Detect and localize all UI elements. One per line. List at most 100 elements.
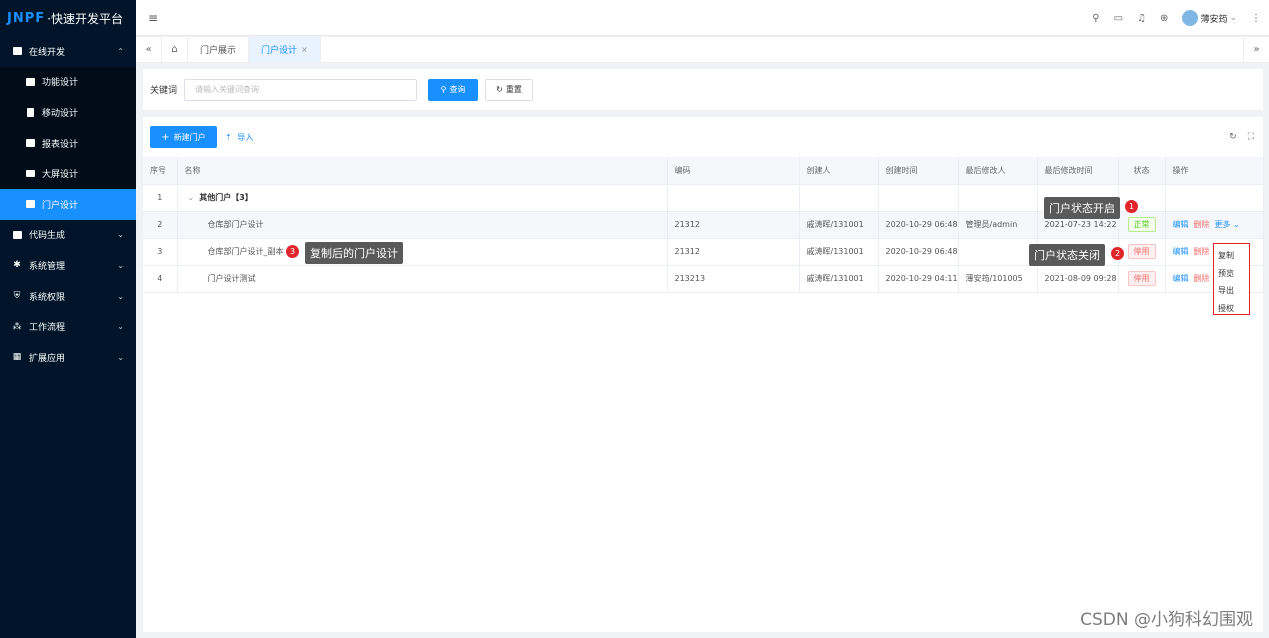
delete-link[interactable]: 删除 bbox=[1194, 274, 1210, 283]
search-icon: ⚲ bbox=[440, 85, 447, 94]
sidebar-item-extensions[interactable]: ▦ 扩展应用 ⌄ bbox=[0, 342, 136, 373]
dropdown-item-preview[interactable]: 预览 bbox=[1214, 265, 1249, 283]
fullscreen-icon[interactable]: ⛶ bbox=[1248, 132, 1254, 142]
watermark: CSDN @小狗科幻围观 bbox=[1080, 610, 1253, 630]
tabs-scroll-left-icon[interactable]: « bbox=[136, 36, 162, 63]
tab-portal-design[interactable]: 门户设计 × bbox=[249, 36, 321, 63]
globe-icon[interactable]: ⊕ bbox=[1160, 13, 1168, 24]
home-icon[interactable]: ⌂ bbox=[162, 36, 188, 63]
grid-icon: ▦ bbox=[12, 352, 22, 363]
row-index: 1 bbox=[143, 184, 178, 212]
new-portal-button[interactable]: + 新建门户 bbox=[150, 126, 217, 148]
sidebar-item-code-gen[interactable]: 代码生成 ⌄ bbox=[0, 220, 136, 251]
dropdown-item-export[interactable]: 导出 bbox=[1214, 282, 1249, 300]
dev-icon bbox=[12, 46, 22, 56]
chevron-down-icon: ⌄ bbox=[1229, 13, 1237, 23]
code-icon bbox=[12, 230, 22, 240]
annotation-badge: 2 bbox=[1111, 247, 1124, 260]
sidebar-item-screen-design[interactable]: 大屏设计 bbox=[0, 158, 136, 189]
tab-label: 门户展示 bbox=[200, 46, 237, 56]
chevron-down-icon[interactable]: ⌄ bbox=[188, 193, 195, 202]
row-created: 2020-10-29 06:48 bbox=[878, 238, 959, 266]
table-row[interactable]: 4 门户设计测试 213213 戚涛晖/131001 2020-10-29 04… bbox=[143, 265, 1264, 293]
dropdown-item-copy[interactable]: 复制 bbox=[1214, 247, 1249, 265]
reset-button[interactable]: ↻ 重置 bbox=[485, 78, 534, 101]
annotation-badge: 3 bbox=[286, 245, 299, 258]
sidebar-item-portal-design[interactable]: 门户设计 bbox=[0, 188, 136, 220]
tab-portal-display[interactable]: 门户展示 bbox=[188, 36, 250, 63]
keyword-label: 关键词 bbox=[150, 86, 178, 96]
top-bar: ≡ ⚲ ▭ ♫ ⊕ 薄安筠 ⌄ ⋮ bbox=[136, 0, 1269, 36]
status-badge: 停用 bbox=[1127, 244, 1156, 259]
col-modifier-header: 最后修改人 bbox=[958, 157, 1038, 185]
status-badge: 停用 bbox=[1127, 271, 1156, 286]
app-logo: JNPF ·快速开发平台 bbox=[0, 0, 136, 36]
edit-link[interactable]: 编辑 bbox=[1173, 247, 1189, 256]
bell-icon[interactable]: ♫ bbox=[1137, 13, 1146, 24]
menu-toggle-icon[interactable]: ≡ bbox=[148, 11, 158, 25]
close-icon[interactable]: × bbox=[301, 45, 308, 54]
more-vertical-icon[interactable]: ⋮ bbox=[1251, 13, 1261, 24]
user-menu[interactable]: 薄安筠 ⌄ bbox=[1182, 10, 1237, 26]
group-name: 其他门户【3】 bbox=[199, 193, 253, 202]
col-actions-header: 操作 bbox=[1165, 157, 1264, 185]
form-icon bbox=[25, 77, 35, 87]
screen-icon bbox=[25, 169, 35, 179]
delete-link[interactable]: 删除 bbox=[1194, 247, 1210, 256]
table-toolbar: + 新建门户 ⇡ 导入 ↻ ⛶ bbox=[143, 117, 1263, 157]
portal-table: 序号 名称 编码 创建人 创建时间 最后修改人 最后修改时间 状态 操作 1 ⌄… bbox=[143, 157, 1264, 293]
sidebar-item-mobile-design[interactable]: 移动设计 bbox=[0, 97, 136, 128]
dropdown-item-authorize[interactable]: 授权 bbox=[1214, 300, 1249, 318]
edit-link[interactable]: 编辑 bbox=[1173, 274, 1189, 283]
user-name: 薄安筠 bbox=[1200, 14, 1228, 25]
row-code: 21312 bbox=[667, 238, 800, 266]
logo-brand: JNPF bbox=[7, 10, 46, 26]
reset-button-label: 重置 bbox=[505, 85, 522, 94]
row-creator: 戚涛晖/131001 bbox=[799, 265, 879, 293]
sidebar-item-system-manage[interactable]: ✱ 系统管理 ⌄ bbox=[0, 250, 136, 281]
keyword-input[interactable] bbox=[184, 78, 418, 101]
delete-link[interactable]: 删除 bbox=[1194, 220, 1210, 229]
more-label: 更多 bbox=[1214, 220, 1231, 229]
row-creator: 戚涛晖/131001 bbox=[799, 211, 879, 239]
logo-subtitle: ·快速开发平台 bbox=[47, 11, 123, 26]
chevron-up-icon: ⌃ bbox=[117, 46, 124, 56]
row-name: 仓库部门户设计_副本 bbox=[177, 238, 668, 266]
avatar bbox=[1182, 10, 1199, 26]
import-label: 导入 bbox=[237, 132, 254, 142]
sidebar-item-label: 代码生成 bbox=[29, 231, 66, 242]
refresh-icon[interactable]: ↻ bbox=[1229, 132, 1237, 142]
import-button[interactable]: ⇡ 导入 bbox=[225, 132, 253, 143]
tabs-bar: « ⌂ 门户展示 门户设计 × » bbox=[136, 36, 1269, 63]
row-modifier: 薄安筠/101005 bbox=[958, 265, 1038, 293]
row-modifier bbox=[958, 238, 1038, 266]
sidebar-item-form-design[interactable]: 功能设计 bbox=[0, 66, 136, 98]
tabs-scroll-right-icon[interactable]: » bbox=[1243, 36, 1269, 63]
table-header-row: 序号 名称 编码 创建人 创建时间 最后修改人 最后修改时间 状态 操作 bbox=[143, 157, 1264, 185]
message-icon[interactable]: ▭ bbox=[1114, 13, 1123, 24]
annotation-note: 复制后的门户设计 bbox=[305, 242, 403, 264]
more-link[interactable]: 更多 ⌄ bbox=[1215, 220, 1240, 229]
annotation-badge: 1 bbox=[1125, 200, 1138, 213]
sidebar-item-label: 大屏设计 bbox=[42, 170, 79, 181]
col-status-header: 状态 bbox=[1118, 157, 1166, 185]
sidebar-item-label: 在线开发 bbox=[29, 47, 66, 58]
sidebar-item-label: 功能设计 bbox=[42, 78, 79, 89]
annotation-note: 门户状态关闭 bbox=[1029, 244, 1105, 266]
shield-icon: ⛨ bbox=[13, 291, 21, 302]
report-icon bbox=[25, 138, 35, 148]
search-icon[interactable]: ⚲ bbox=[1092, 13, 1099, 24]
sidebar-item-report-design[interactable]: 报表设计 bbox=[0, 127, 136, 159]
sidebar-item-online-dev[interactable]: 在线开发 ⌃ bbox=[0, 36, 136, 67]
upload-icon: ⇡ bbox=[225, 132, 232, 142]
sidebar-item-workflow[interactable]: ⁂ 工作流程 ⌄ bbox=[0, 311, 136, 342]
sidebar-item-system-permission[interactable]: ⛨ 系统权限 ⌄ bbox=[0, 281, 136, 312]
sidebar-item-label: 移动设计 bbox=[42, 108, 79, 119]
status-badge: 正常 bbox=[1127, 217, 1156, 232]
query-button[interactable]: ⚲ 查询 bbox=[428, 78, 479, 101]
chevron-down-icon: ⌄ bbox=[117, 291, 124, 301]
row-index: 4 bbox=[143, 265, 178, 293]
edit-link[interactable]: 编辑 bbox=[1173, 220, 1189, 229]
chevron-down-icon: ⌄ bbox=[117, 230, 124, 240]
row-created: 2020-10-29 06:48 bbox=[878, 211, 959, 239]
